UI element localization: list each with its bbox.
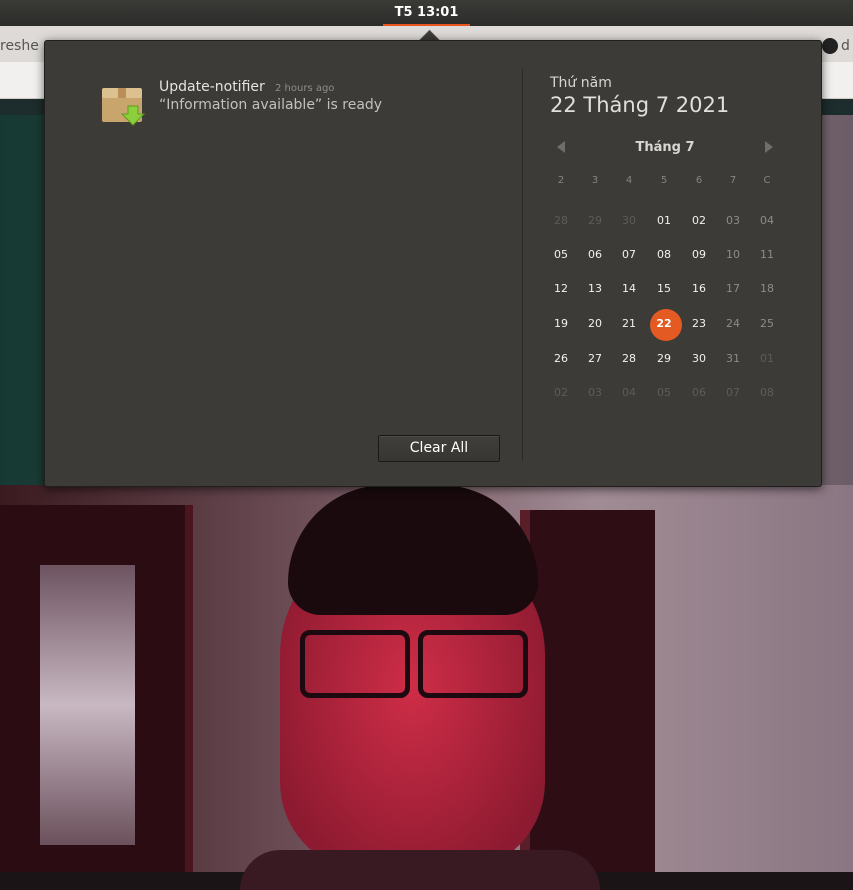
- weekday-header: C: [763, 175, 771, 186]
- calendar-day[interactable]: 23: [682, 317, 716, 330]
- calendar-day[interactable]: 28: [612, 352, 646, 365]
- calendar-day[interactable]: 29: [578, 214, 612, 227]
- browser-tab[interactable]: d: [822, 30, 853, 62]
- calendar-day[interactable]: 25: [750, 317, 784, 330]
- calendar-day[interactable]: 09: [682, 248, 716, 261]
- weekday-header: 3: [591, 175, 599, 186]
- top-panel: T5 13:01: [0, 0, 853, 26]
- calendar-day[interactable]: 13: [578, 282, 612, 295]
- calendar-day[interactable]: 04: [612, 386, 646, 399]
- calendar-day[interactable]: 03: [578, 386, 612, 399]
- panel-divider: [522, 69, 523, 461]
- weekday-header: 4: [625, 175, 633, 186]
- calendar-day[interactable]: 02: [544, 386, 578, 399]
- calendar-day[interactable]: 08: [750, 386, 784, 399]
- calendar-day[interactable]: 28: [544, 214, 578, 227]
- calendar-day[interactable]: 27: [578, 352, 612, 365]
- calendar-day[interactable]: 08: [647, 248, 681, 261]
- calendar-day[interactable]: 17: [716, 282, 750, 295]
- calendar-day[interactable]: 26: [544, 352, 578, 365]
- calendar-day[interactable]: 30: [612, 214, 646, 227]
- notification-app-name: Update-notifier: [159, 79, 265, 95]
- photo-person-glasses: [300, 630, 528, 698]
- calendar-day[interactable]: 05: [647, 386, 681, 399]
- calendar-day[interactable]: 19: [544, 317, 578, 330]
- calendar-day[interactable]: 30: [682, 352, 716, 365]
- calendar-day[interactable]: 21: [612, 317, 646, 330]
- calendar-day[interactable]: 07: [716, 386, 750, 399]
- calendar-day[interactable]: 01: [750, 352, 784, 365]
- calendar-weekday: Thứ năm: [550, 75, 612, 91]
- calendar-day[interactable]: 29: [647, 352, 681, 365]
- calendar-day[interactable]: 05: [544, 248, 578, 261]
- photo-door-left: [0, 505, 193, 872]
- calendar-day[interactable]: 02: [682, 214, 716, 227]
- calendar-day[interactable]: 12: [544, 282, 578, 295]
- calendar-day[interactable]: 04: [750, 214, 784, 227]
- calendar-day[interactable]: 07: [612, 248, 646, 261]
- calendar-day[interactable]: 03: [716, 214, 750, 227]
- calendar-day[interactable]: 24: [716, 317, 750, 330]
- notification-body[interactable]: “Information available” is ready: [159, 97, 382, 113]
- notification-calendar-popover: Update-notifier 2 hours ago “Information…: [44, 40, 822, 487]
- calendar-day[interactable]: 31: [716, 352, 750, 365]
- github-icon: [822, 38, 838, 54]
- photo-person-shirt: [240, 850, 600, 890]
- package-download-icon: [102, 88, 146, 126]
- notification-time: 2 hours ago: [275, 83, 335, 94]
- clear-all-button[interactable]: Clear All: [378, 435, 500, 462]
- browser-tab-label: d: [841, 38, 850, 54]
- clock-indicator[interactable]: T5 13:01: [382, 0, 471, 26]
- calendar-day[interactable]: 14: [612, 282, 646, 295]
- previous-month-icon[interactable]: [557, 141, 565, 153]
- next-month-icon[interactable]: [765, 141, 773, 153]
- calendar-day[interactable]: 18: [750, 282, 784, 295]
- calendar-full-date[interactable]: 22 Tháng 7 2021: [550, 93, 729, 117]
- calendar-day[interactable]: 16: [682, 282, 716, 295]
- weekday-header: 7: [729, 175, 737, 186]
- calendar-day[interactable]: 06: [578, 248, 612, 261]
- weekday-header: 6: [695, 175, 703, 186]
- calendar-day[interactable]: 06: [682, 386, 716, 399]
- calendar-day[interactable]: 10: [716, 248, 750, 261]
- calendar-day[interactable]: 20: [578, 317, 612, 330]
- calendar-day[interactable]: 15: [647, 282, 681, 295]
- calendar-day[interactable]: 01: [647, 214, 681, 227]
- weekday-header: 2: [557, 175, 565, 186]
- weekday-header: 5: [660, 175, 668, 186]
- calendar-day-today[interactable]: 22: [647, 317, 681, 330]
- calendar-month-label: Tháng 7: [635, 140, 695, 155]
- calendar-day[interactable]: 11: [750, 248, 784, 261]
